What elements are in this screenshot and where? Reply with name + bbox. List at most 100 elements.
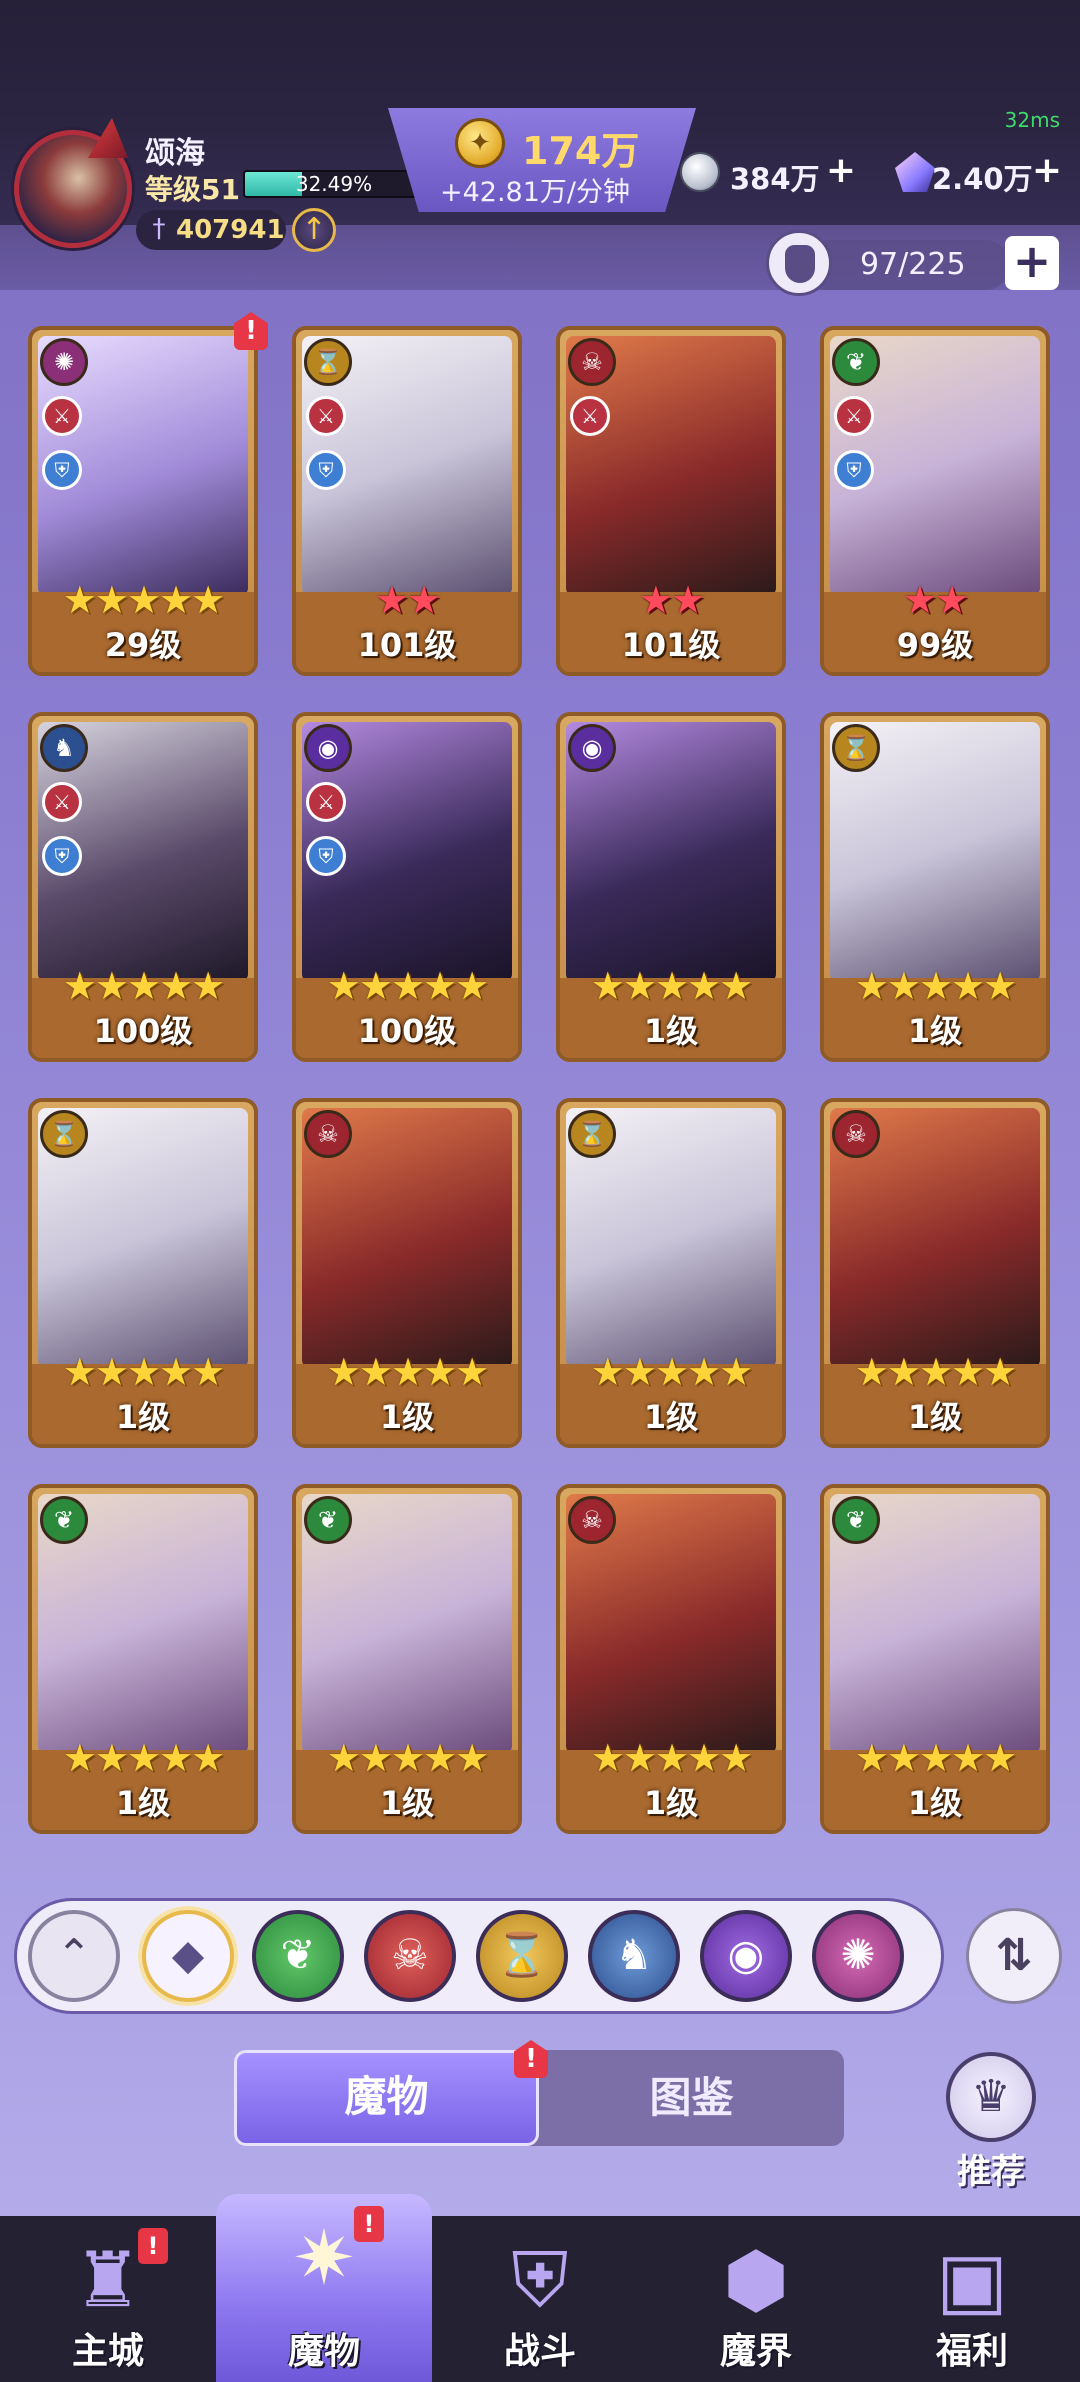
filter-nature-icon[interactable]: ❦ (252, 1910, 344, 2002)
monster-level: 29级 (104, 626, 182, 664)
monster-level: 101级 (621, 626, 721, 664)
monster-level: 1级 (907, 1784, 963, 1822)
tab-compendium[interactable]: 图鉴 (539, 2050, 844, 2146)
monster-card[interactable]: ◉ ★★★★★ 1级 (556, 712, 786, 1062)
star-rating: ★★ (560, 578, 782, 622)
add-gem-button[interactable]: + (1030, 153, 1064, 190)
nav-label: 战斗 (503, 2331, 576, 2372)
filter-void-icon[interactable]: ✺ (812, 1910, 904, 2002)
recommend-label: 推荐 (957, 2152, 1025, 2192)
monster-card[interactable]: ❦ ★★★★★ 1级 (820, 1484, 1050, 1834)
nav-item-0[interactable]: ♜! 主城 (0, 2216, 216, 2382)
monster-card[interactable]: ⌛ ★★★★★ 1级 (556, 1098, 786, 1448)
player-level: 等级51 (145, 173, 240, 206)
star-icon: ★ (951, 1736, 985, 1780)
sort-order-icon[interactable]: ⇅ (966, 1908, 1062, 2004)
nav-alert-icon: ! (138, 2228, 168, 2264)
tab-monsters[interactable]: 魔物 (234, 2050, 539, 2146)
filter-time-icon[interactable]: ⌛ (476, 1910, 568, 2002)
time-faction-icon: ⌛ (40, 1110, 88, 1158)
star-icon: ★ (191, 578, 225, 622)
battle-shield-icon: ⛨ (511, 2235, 569, 2324)
filter-dragon-icon[interactable]: ♞ (588, 1910, 680, 2002)
monster-card[interactable]: ☠ ★★★★★ 1级 (820, 1098, 1050, 1448)
power-up-arrow-icon[interactable]: ↑ (292, 208, 336, 252)
star-icon: ★ (622, 1736, 657, 1780)
monster-card[interactable]: ◉ ⚔ ⛨ ★★★★★ 100级 (292, 712, 522, 1062)
star-rating: ★★★★★ (32, 578, 254, 622)
monster-card[interactable]: ❦ ★★★★★ 1级 (292, 1484, 522, 1834)
chaos-faction-icon: ☠ (304, 1110, 352, 1158)
monster-level: 1级 (907, 1012, 963, 1050)
monster-card[interactable]: ☠ ★★★★★ 1级 (556, 1484, 786, 1834)
star-icon: ★ (407, 578, 441, 622)
star-icon: ★ (687, 1350, 721, 1394)
time-faction-icon: ⌛ (568, 1110, 616, 1158)
monster-card[interactable]: ♞ ⚔ ⛨ ★★★★★ 100级 (28, 712, 258, 1062)
expand-bag-button[interactable]: + (1005, 236, 1059, 290)
star-icon: ★ (918, 1350, 953, 1394)
monster-card[interactable]: ❦ ⚔ ⛨ ★★ 99级 (820, 326, 1050, 676)
gold-amount: 174万 (522, 129, 640, 173)
star-icon: ★ (854, 1736, 889, 1780)
bag-capacity-count: 97/225 (860, 247, 966, 282)
collapse-chevron-icon[interactable]: ⌃ (28, 1910, 120, 2002)
monster-alert-icon: ! (234, 312, 268, 350)
chaos-faction-icon: ☠ (568, 1496, 616, 1544)
nav-item-4[interactable]: ▣ 福利 (864, 2216, 1080, 2382)
monster-card[interactable]: ❦ ★★★★★ 1级 (28, 1484, 258, 1834)
star-icon: ★ (62, 964, 97, 1008)
star-icon: ★ (126, 1350, 161, 1394)
filter-chaos-icon[interactable]: ☠ (364, 1910, 456, 2002)
monster-card[interactable]: ⌛ ⚔ ⛨ ★★ 101级 (292, 326, 522, 676)
attack-swords-icon: ⚔ (834, 396, 874, 436)
star-icon: ★ (719, 964, 753, 1008)
monster-card[interactable]: ⌛ ★★★★★ 1级 (820, 712, 1050, 1062)
eye-faction-icon: ◉ (304, 724, 352, 772)
star-icon: ★ (622, 1350, 657, 1394)
star-icon: ★ (159, 1350, 193, 1394)
filter-all-icon[interactable]: ◆ (142, 1910, 234, 2002)
time-faction-icon: ⌛ (832, 724, 880, 772)
star-icon: ★ (902, 578, 937, 622)
monster-card[interactable]: ☠ ⚔ ★★ 101级 (556, 326, 786, 676)
nav-item-3[interactable]: ⬢ 魔界 (648, 2216, 864, 2382)
nature-faction-icon: ❦ (832, 1496, 880, 1544)
star-rating: ★★★★★ (32, 1736, 254, 1780)
star-icon: ★ (390, 1350, 425, 1394)
star-icon: ★ (638, 578, 673, 622)
star-icon: ★ (951, 1350, 985, 1394)
star-icon: ★ (326, 1350, 361, 1394)
star-icon: ★ (918, 964, 953, 1008)
nature-faction-icon: ❦ (40, 1496, 88, 1544)
defense-shield-icon: ⛨ (834, 450, 874, 490)
gold-coin-icon: ✦ (455, 118, 505, 168)
time-faction-icon: ⌛ (304, 338, 352, 386)
monster-level: 1级 (643, 1784, 699, 1822)
void-faction-icon: ✺ (40, 338, 88, 386)
star-rating: ★★★★★ (824, 964, 1046, 1008)
filter-eye-icon[interactable]: ◉ (700, 1910, 792, 2002)
star-icon: ★ (191, 964, 225, 1008)
star-icon: ★ (390, 1736, 425, 1780)
star-icon: ★ (358, 1350, 393, 1394)
star-rating: ★★ (824, 578, 1046, 622)
star-icon: ★ (687, 1736, 721, 1780)
monster-bag-icon (766, 230, 832, 296)
monster-card[interactable]: ⌛ ★★★★★ 1级 (28, 1098, 258, 1448)
monster-card[interactable]: ✺ ⚔ ⛨ ★★★★★ 29级 (28, 326, 258, 676)
star-icon: ★ (191, 1350, 225, 1394)
silver-amount: 384万 (730, 162, 820, 196)
chaos-faction-icon: ☠ (832, 1110, 880, 1158)
recommend-icon[interactable]: ♛ (946, 2052, 1036, 2142)
nav-item-1[interactable]: ✷! 魔物 (216, 2194, 432, 2382)
star-rating: ★★★★★ (296, 964, 518, 1008)
star-icon: ★ (935, 578, 969, 622)
monster-card[interactable]: ☠ ★★★★★ 1级 (292, 1098, 522, 1448)
combat-power-value: 407941 (176, 215, 285, 245)
monster-level: 1级 (643, 1012, 699, 1050)
star-icon: ★ (326, 1736, 361, 1780)
add-silver-button[interactable]: + (824, 153, 858, 190)
nav-item-2[interactable]: ⛨ 战斗 (432, 2216, 648, 2382)
defense-shield-icon: ⛨ (42, 836, 82, 876)
